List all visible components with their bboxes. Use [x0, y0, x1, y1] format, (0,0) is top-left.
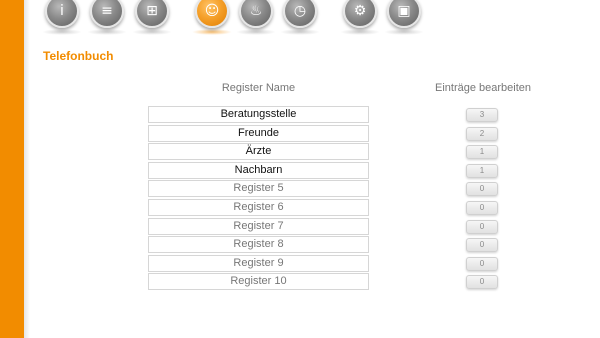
monitor-icon[interactable]: ▣ — [387, 0, 421, 28]
edit-entries-button[interactable]: 0 — [466, 238, 498, 253]
settings-sliders-icon[interactable]: ⚙ — [343, 0, 377, 28]
nav-icon-shadow — [87, 29, 127, 35]
register-name-field[interactable]: Register 9 — [148, 254, 369, 272]
register-name-field[interactable]: Nachbarn — [148, 161, 369, 179]
nav-icon-shadow — [132, 29, 172, 35]
edit-entries-button[interactable]: 0 — [466, 256, 498, 271]
monitor-icon-glyph: ▣ — [397, 3, 411, 19]
register-name-field[interactable]: Register 5 — [148, 180, 369, 198]
system-icon-glyph: ≡ — [101, 3, 113, 19]
edit-entries-button[interactable]: 0 — [466, 182, 498, 197]
nav-icon-shadow — [340, 29, 380, 35]
nav-icon-shadow — [384, 29, 424, 35]
register-name-field[interactable]: Register 8 — [148, 236, 369, 254]
phonebook-icon[interactable]: ☺ — [195, 0, 229, 28]
edit-entries-header: Einträge bearbeiten — [434, 82, 531, 94]
phonebook-icon-glyph: ☺ — [204, 3, 220, 19]
register-name-field[interactable]: Ärzte — [148, 143, 369, 161]
sidebar-shadow — [24, 0, 30, 338]
network-icon[interactable]: ⊞ — [135, 0, 169, 28]
info-icon-glyph: i — [60, 3, 64, 19]
fire-icon[interactable]: ♨ — [239, 0, 273, 28]
alarm-clock-icon-glyph: ◷ — [293, 3, 307, 19]
page-title: Telefonbuch — [43, 49, 114, 63]
register-list: Beratungsstelle Freunde Ärzte Nachbarn Regis… — [148, 106, 369, 292]
nav-icon-shadow — [192, 29, 232, 35]
fire-icon-glyph: ♨ — [249, 3, 263, 19]
edit-entries-button[interactable]: 1 — [466, 145, 498, 160]
register-name-field[interactable]: Beratungsstelle — [148, 106, 369, 123]
register-name-field[interactable]: Register 6 — [148, 198, 369, 216]
nav-icon-shadow — [236, 29, 276, 35]
register-name-field[interactable]: Freunde — [148, 124, 369, 142]
network-icon-glyph: ⊞ — [146, 3, 158, 19]
system-icon[interactable]: ≡ — [90, 0, 124, 28]
register-name-field[interactable]: Register 7 — [148, 217, 369, 235]
sidebar — [0, 0, 24, 338]
nav-icon-shadow — [42, 29, 82, 35]
edit-entries-button[interactable]: 0 — [466, 275, 498, 290]
nav-icon-shadow — [280, 29, 320, 35]
edit-entries-button[interactable]: 0 — [466, 200, 498, 215]
edit-entries-button[interactable]: 2 — [466, 126, 498, 141]
register-name-header: Register Name — [221, 82, 296, 94]
register-name-field[interactable]: Register 10 — [148, 273, 369, 291]
info-icon[interactable]: i — [45, 0, 79, 28]
settings-sliders-icon-glyph: ⚙ — [353, 3, 367, 19]
edit-entries-button[interactable]: 3 — [466, 108, 498, 122]
alarm-clock-icon[interactable]: ◷ — [283, 0, 317, 28]
top-icon-bar: i ≡ ⊞ ☺ ♨ ◷ ⚙ ▣ — [30, 0, 600, 38]
edit-entries-button[interactable]: 0 — [466, 219, 498, 234]
edit-entries-button[interactable]: 1 — [466, 163, 498, 178]
entry-count-list: 3 2 1 1 0 0 0 0 0 0 — [466, 108, 498, 294]
